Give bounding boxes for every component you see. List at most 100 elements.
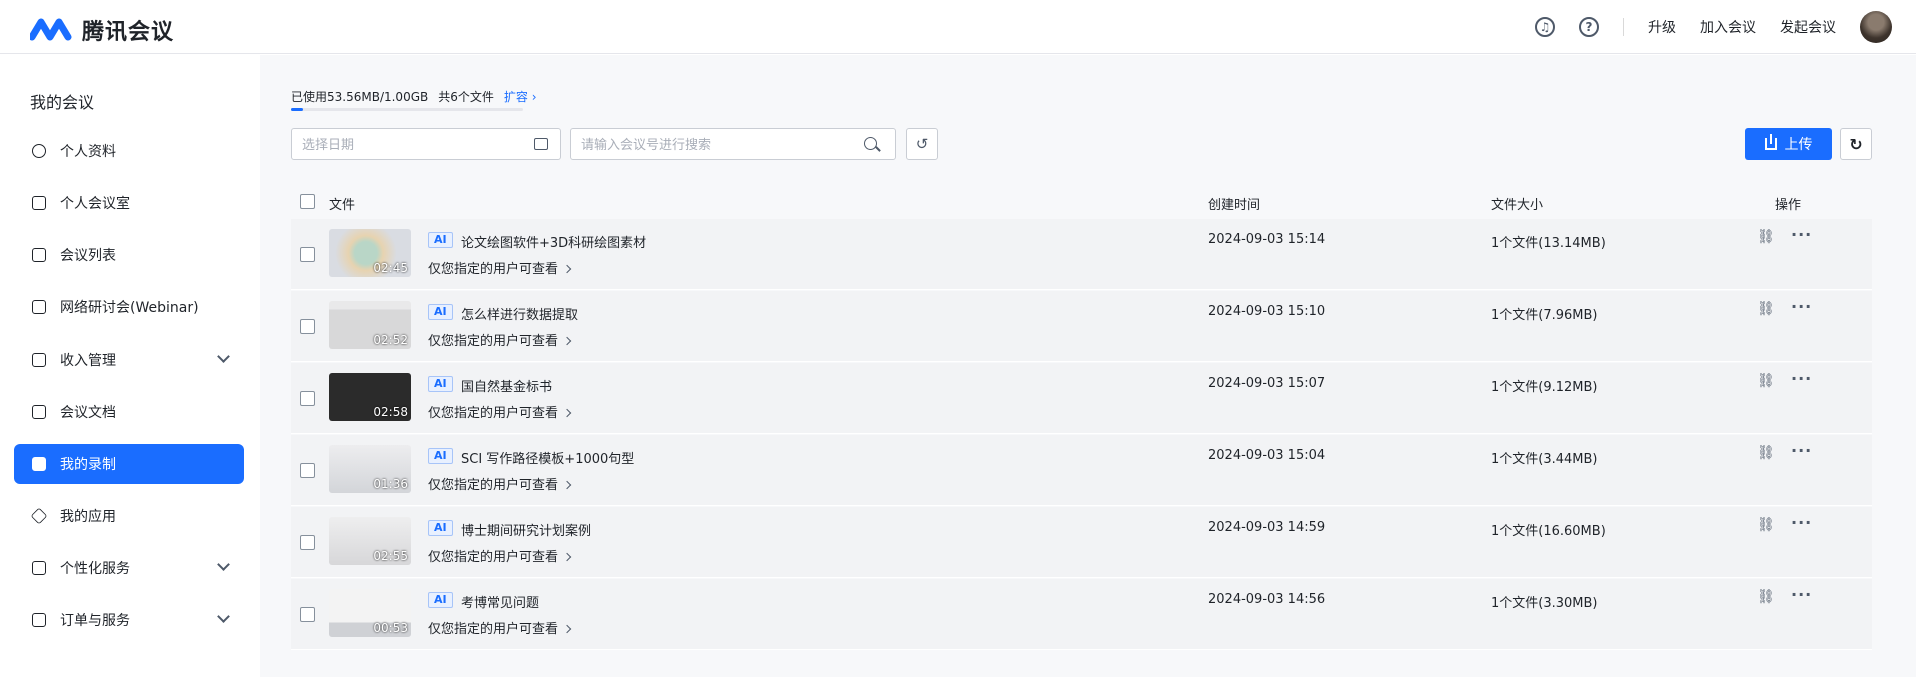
chevron-down-icon bbox=[217, 610, 230, 623]
recording-title[interactable]: 国自然基金标书 bbox=[461, 376, 552, 395]
webinar-icon bbox=[32, 300, 46, 314]
permission-text: 仅您指定的用户可查看 bbox=[428, 334, 559, 349]
table-row[interactable]: 00:53 AI 考博常见问题 仅您指定的用户可查看 2024-09-03 14:56 1… bbox=[291, 579, 1872, 650]
apps-icon bbox=[30, 507, 48, 525]
start-meeting-link[interactable]: 发起会议 bbox=[1780, 17, 1836, 37]
list-icon bbox=[32, 248, 46, 262]
recording-title[interactable]: 论文绘图软件+3D科研绘图素材 bbox=[461, 232, 646, 251]
permission-link[interactable]: 仅您指定的用户可查看 bbox=[428, 618, 572, 637]
file-size: 1个文件(9.12MB) bbox=[1491, 380, 1598, 395]
refresh-button[interactable]: ↻ bbox=[1840, 128, 1872, 160]
table-row[interactable]: 02:45 AI 论文绘图软件+3D科研绘图素材仅您指定的用户可查看 2024-09-… bbox=[291, 219, 1872, 290]
join-meeting-link[interactable]: 加入会议 bbox=[1700, 17, 1756, 37]
link-icon[interactable]: ⛓ bbox=[1757, 229, 1775, 245]
avatar[interactable] bbox=[1860, 11, 1892, 43]
sidebar-item-personalize[interactable]: 个性化服务 bbox=[14, 548, 244, 588]
more-icon[interactable]: ··· bbox=[1791, 225, 1812, 244]
row-checkbox[interactable] bbox=[300, 535, 315, 550]
sidebar-item-webinar[interactable]: 网络研讨会(Webinar) bbox=[14, 287, 244, 327]
row-checkbox[interactable] bbox=[300, 319, 315, 334]
upgrade-link[interactable]: 升级 bbox=[1648, 17, 1676, 37]
permission-link[interactable]: 仅您指定的用户可查看 bbox=[428, 258, 572, 277]
link-icon[interactable]: ⛓ bbox=[1757, 301, 1775, 317]
sidebar-item-recordings[interactable]: 我的录制 bbox=[14, 444, 244, 484]
more-icon[interactable]: ··· bbox=[1791, 441, 1812, 460]
sidebar-item-label: 个人会议室 bbox=[60, 196, 130, 212]
sidebar-item-documents[interactable]: 会议文档 bbox=[14, 392, 244, 432]
more-icon[interactable]: ··· bbox=[1791, 297, 1812, 316]
app-logo[interactable]: 腾讯会议 bbox=[30, 14, 174, 46]
user-icon bbox=[32, 144, 46, 158]
main-content: 已使用53.56MB/1.00GB 共6个文件 扩容 › ↺ 上传 ↻ 文件 创… bbox=[260, 55, 1916, 677]
date-picker-input[interactable] bbox=[291, 128, 561, 160]
row-checkbox[interactable] bbox=[300, 607, 315, 622]
recording-duration: 01:36 bbox=[373, 477, 408, 491]
select-all-checkbox[interactable] bbox=[300, 194, 315, 209]
search-icon[interactable] bbox=[864, 137, 877, 150]
recording-title[interactable]: SCI 写作路径模板+1000句型 bbox=[461, 448, 634, 467]
recording-thumbnail[interactable]: 02:55 bbox=[329, 517, 411, 565]
row-checkbox[interactable] bbox=[300, 391, 315, 406]
column-header-size: 文件大小 bbox=[1491, 198, 1544, 213]
recording-title[interactable]: 博士期间研究计划案例 bbox=[461, 520, 591, 539]
table-row[interactable]: 01:36 AI SCI 写作路径模板+1000句型 仅您指定的用户可查看 2024-0… bbox=[291, 435, 1872, 506]
table-row[interactable]: 02:58 AI 国自然基金标书 仅您指定的用户可查看 2024-09-03 15:07… bbox=[291, 363, 1872, 434]
link-icon[interactable]: ⛓ bbox=[1757, 589, 1775, 605]
more-icon[interactable]: ··· bbox=[1791, 513, 1812, 532]
link-icon[interactable]: ⛓ bbox=[1757, 445, 1775, 461]
ai-badge: AI bbox=[428, 520, 453, 536]
chevron-down-icon bbox=[217, 558, 230, 571]
chevron-down-icon bbox=[217, 350, 230, 363]
recording-duration: 02:55 bbox=[373, 549, 408, 563]
recording-thumbnail[interactable]: 02:52 bbox=[329, 301, 411, 349]
more-icon[interactable]: ··· bbox=[1791, 369, 1812, 388]
row-checkbox[interactable] bbox=[300, 247, 315, 262]
reset-icon: ↺ bbox=[915, 135, 929, 153]
chevron-right-icon bbox=[562, 336, 572, 346]
order-icon bbox=[32, 613, 46, 627]
link-icon[interactable]: ⛓ bbox=[1757, 517, 1775, 533]
row-checkbox[interactable] bbox=[300, 463, 315, 478]
created-time: 2024-09-03 15:14 bbox=[1208, 232, 1326, 247]
help-icon[interactable]: ? bbox=[1579, 17, 1599, 37]
permission-link[interactable]: 仅您指定的用户可查看 bbox=[428, 474, 572, 493]
chevron-right-icon bbox=[562, 264, 572, 274]
sidebar-item-apps[interactable]: 我的应用 bbox=[14, 496, 244, 536]
recording-thumbnail[interactable]: 01:36 bbox=[329, 445, 411, 493]
sidebar-item-income[interactable]: 收入管理 bbox=[14, 340, 244, 380]
sidebar-item-meeting-list[interactable]: 会议列表 bbox=[14, 235, 244, 275]
permission-link[interactable]: 仅您指定的用户可查看 bbox=[428, 546, 572, 565]
expand-storage-link[interactable]: 扩容 › bbox=[504, 88, 537, 105]
link-icon[interactable]: ⛓ bbox=[1757, 373, 1775, 389]
reset-button[interactable]: ↺ bbox=[906, 128, 938, 160]
recording-thumbnail[interactable]: 00:53 bbox=[329, 589, 411, 637]
meeting-search-input[interactable] bbox=[570, 128, 896, 160]
upload-button[interactable]: 上传 bbox=[1745, 128, 1832, 160]
chevron-right-icon bbox=[562, 480, 572, 490]
permission-text: 仅您指定的用户可查看 bbox=[428, 478, 559, 493]
recording-thumbnail[interactable]: 02:45 bbox=[329, 229, 411, 277]
sidebar-item-profile[interactable]: 个人资料 bbox=[14, 131, 244, 171]
more-icon[interactable]: ··· bbox=[1791, 585, 1812, 604]
sidebar-item-meeting-room[interactable]: 个人会议室 bbox=[14, 183, 244, 223]
document-icon bbox=[32, 405, 46, 419]
permission-link[interactable]: 仅您指定的用户可查看 bbox=[428, 402, 572, 421]
sidebar-item-label: 个人资料 bbox=[60, 144, 116, 160]
table-row[interactable]: 02:55 AI 博士期间研究计划案例 仅您指定的用户可查看 2024-09-03 14… bbox=[291, 507, 1872, 578]
recording-icon bbox=[32, 457, 46, 471]
sidebar-item-orders[interactable]: 订单与服务 bbox=[14, 600, 244, 640]
headset-icon[interactable]: ♫ bbox=[1535, 17, 1555, 37]
recording-duration: 02:52 bbox=[373, 333, 408, 347]
recording-thumbnail[interactable]: 02:58 bbox=[329, 373, 411, 421]
recording-title[interactable]: 考博常见问题 bbox=[461, 592, 539, 611]
created-time: 2024-09-03 15:04 bbox=[1208, 448, 1326, 463]
sidebar-item-label: 我的录制 bbox=[60, 457, 116, 473]
permission-text: 仅您指定的用户可查看 bbox=[428, 622, 559, 637]
table-row[interactable]: 02:52 AI 怎么样进行数据提取 仅您指定的用户可查看 2024-09-03 15:… bbox=[291, 291, 1872, 362]
recording-title[interactable]: 怎么样进行数据提取 bbox=[461, 304, 578, 323]
calendar-icon[interactable] bbox=[534, 138, 548, 150]
created-time: 2024-09-03 14:56 bbox=[1208, 592, 1326, 607]
permission-link[interactable]: 仅您指定的用户可查看 bbox=[428, 330, 572, 349]
ai-badge: AI bbox=[428, 232, 453, 248]
permission-text: 仅您指定的用户可查看 bbox=[428, 550, 559, 565]
